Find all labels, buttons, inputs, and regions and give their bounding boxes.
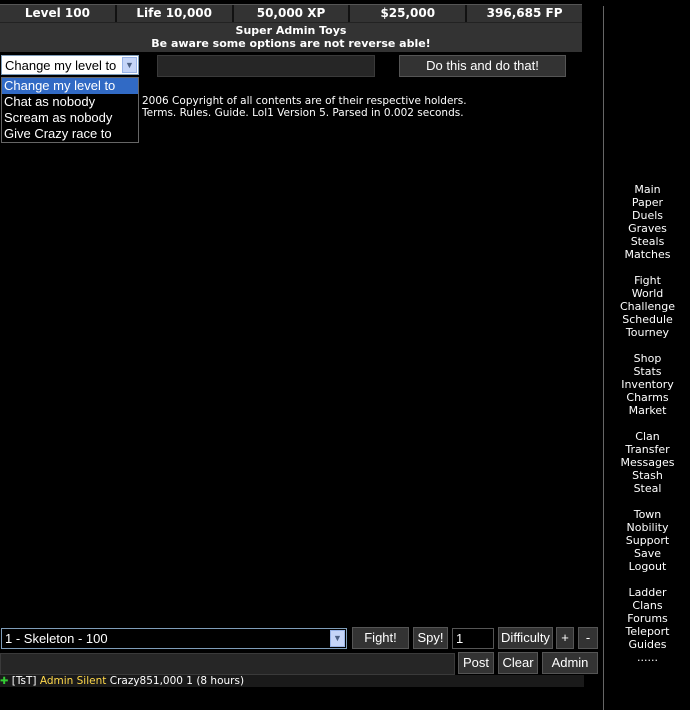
nav-item-main[interactable]: Main	[604, 183, 690, 196]
life-stat: Life 10,000	[117, 5, 234, 22]
chevron-down-icon[interactable]: ▼	[122, 57, 137, 73]
nav-item-more[interactable]: ......	[604, 651, 690, 664]
admin-button[interactable]: Admin	[542, 652, 598, 674]
nav-item-teleport[interactable]: Teleport	[604, 625, 690, 638]
fight-count-input[interactable]: 1	[452, 628, 494, 649]
nav-item-paper[interactable]: Paper	[604, 196, 690, 209]
dropdown-option-scream-nobody[interactable]: Scream as nobody	[2, 110, 138, 126]
star-icon: ✚	[0, 676, 9, 687]
nav-item-charms[interactable]: Charms	[604, 391, 690, 404]
nav-item-save[interactable]: Save	[604, 547, 690, 560]
nav-group-clan: Clan Transfer Messages Stash Steal	[604, 430, 690, 495]
nav-item-challenge[interactable]: Challenge	[604, 300, 690, 313]
nav-group-town: Town Nobility Support Save Logout	[604, 508, 690, 573]
nav-item-forums[interactable]: Forums	[604, 612, 690, 625]
sidebar-nav: Main Paper Duels Graves Steals Matches F…	[603, 6, 690, 710]
chat-message: ✚ [TsT] Admin Silent Crazy851,000 1 (8 h…	[0, 675, 584, 687]
nav-item-stash[interactable]: Stash	[604, 469, 690, 482]
do-this-button[interactable]: Do this and do that!	[399, 55, 566, 77]
admin-toys-warning: Be aware some options are not reverse ab…	[151, 37, 431, 50]
nav-item-graves[interactable]: Graves	[604, 222, 690, 235]
nav-item-duels[interactable]: Duels	[604, 209, 690, 222]
nav-group-ladder: Ladder Clans Forums Teleport Guides ....…	[604, 586, 690, 664]
nav-item-messages[interactable]: Messages	[604, 456, 690, 469]
nav-group-shop: Shop Stats Inventory Charms Market	[604, 352, 690, 417]
money-stat: $25,000	[350, 5, 468, 22]
nav-item-guides[interactable]: Guides	[604, 638, 690, 651]
nav-item-ladder[interactable]: Ladder	[604, 586, 690, 599]
nav-item-matches[interactable]: Matches	[604, 248, 690, 261]
nav-item-fight[interactable]: Fight	[604, 274, 690, 287]
nav-group-main: Main Paper Duels Graves Steals Matches	[604, 183, 690, 261]
nav-item-support[interactable]: Support	[604, 534, 690, 547]
nav-item-logout[interactable]: Logout	[604, 560, 690, 573]
admin-action-dropdown: Change my level to Chat as nobody Scream…	[1, 77, 139, 143]
fp-stat: 396,685 FP	[486, 6, 563, 20]
monster-select[interactable]: 1 - Skeleton - 100 ▼	[1, 628, 347, 649]
xp-stat: 50,000 XP	[234, 5, 351, 22]
nav-item-clan[interactable]: Clan	[604, 430, 690, 443]
chevron-down-icon[interactable]: ▼	[330, 630, 345, 647]
nav-item-transfer[interactable]: Transfer	[604, 443, 690, 456]
nav-group-fight: Fight World Challenge Schedule Tourney	[604, 274, 690, 339]
nav-item-nobility[interactable]: Nobility	[604, 521, 690, 534]
difficulty-plus-button[interactable]: +	[556, 627, 574, 649]
nav-item-schedule[interactable]: Schedule	[604, 313, 690, 326]
chat-input[interactable]	[0, 653, 455, 675]
nav-item-stats[interactable]: Stats	[604, 365, 690, 378]
copyright-line-2[interactable]: Terms. Rules. Guide. Lol1 Version 5. Par…	[142, 107, 464, 119]
dropdown-option-give-crazy-race[interactable]: Give Crazy race to	[2, 126, 138, 142]
nav-item-shop[interactable]: Shop	[604, 352, 690, 365]
dropdown-option-chat-nobody[interactable]: Chat as nobody	[2, 94, 138, 110]
monster-selected: 1 - Skeleton - 100	[5, 631, 108, 646]
admin-action-select[interactable]: Change my level to ▼	[1, 55, 139, 75]
dropdown-option-change-level[interactable]: Change my level to	[2, 78, 138, 94]
fight-button[interactable]: Fight!	[352, 627, 409, 649]
difficulty-button[interactable]: Difficulty	[498, 627, 553, 649]
nav-item-steal[interactable]: Steal	[604, 482, 690, 495]
admin-toys-title: Super Admin Toys	[235, 24, 347, 37]
nav-item-market[interactable]: Market	[604, 404, 690, 417]
nav-item-inventory[interactable]: Inventory	[604, 378, 690, 391]
difficulty-minus-button[interactable]: -	[578, 627, 598, 649]
clear-button[interactable]: Clear	[498, 652, 538, 674]
chat-username[interactable]: Admin Silent	[40, 675, 107, 687]
nav-item-clans[interactable]: Clans	[604, 599, 690, 612]
admin-action-value-input[interactable]	[157, 55, 375, 77]
nav-item-town[interactable]: Town	[604, 508, 690, 521]
nav-item-world[interactable]: World	[604, 287, 690, 300]
level-stat: Level 100	[0, 5, 117, 22]
admin-action-selected: Change my level to	[5, 58, 117, 73]
copyright-line-1: 2006 Copyright of all contents are of th…	[142, 95, 467, 107]
admin-toys-header: Super Admin Toys Be aware some options a…	[0, 23, 582, 52]
spy-button[interactable]: Spy!	[413, 627, 448, 649]
nav-item-tourney[interactable]: Tourney	[604, 326, 690, 339]
chat-text: Crazy851,000 1 (8 hours)	[109, 675, 245, 687]
chat-tag: [TsT]	[11, 675, 37, 687]
nav-item-steals[interactable]: Steals	[604, 235, 690, 248]
stats-bar: Level 100 Life 10,000 50,000 XP $25,000 …	[0, 4, 582, 23]
post-button[interactable]: Post	[458, 652, 494, 674]
copyright-text: 2006 Copyright of all contents are of th…	[142, 95, 467, 119]
